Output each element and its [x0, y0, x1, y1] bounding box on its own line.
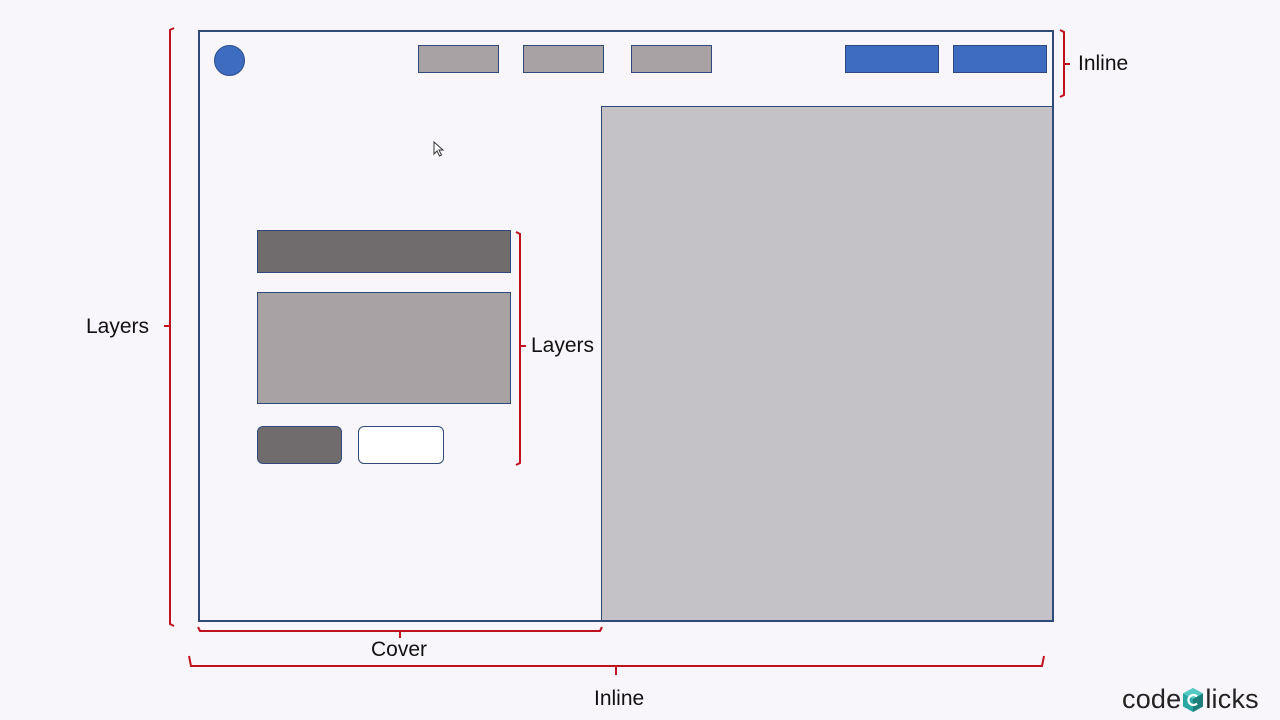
- cover-bracket: [197, 626, 603, 638]
- top-inline-bracket: [1059, 29, 1070, 98]
- bottom-inline-bracket: [188, 655, 1045, 675]
- brand-prefix: code: [1122, 684, 1182, 714]
- slide: Layers Layers Inline Cover Inline code l…: [0, 0, 1280, 720]
- cube-c-icon: [1183, 687, 1204, 712]
- cover-label: Cover: [371, 638, 428, 661]
- bottom-inline-label: Inline: [594, 687, 645, 710]
- brand-suffix: licks: [1205, 684, 1259, 714]
- inner-layers-label: Layers: [531, 334, 595, 357]
- left-layers-label: Layers: [86, 315, 150, 338]
- inner-layers-bracket: [515, 231, 526, 466]
- annotation-brackets: [164, 27, 1070, 675]
- top-inline-label: Inline: [1078, 52, 1129, 75]
- mouse-cursor-icon: [433, 141, 445, 157]
- brand-logo: code licks: [1122, 686, 1259, 713]
- left-layers-bracket: [164, 27, 175, 627]
